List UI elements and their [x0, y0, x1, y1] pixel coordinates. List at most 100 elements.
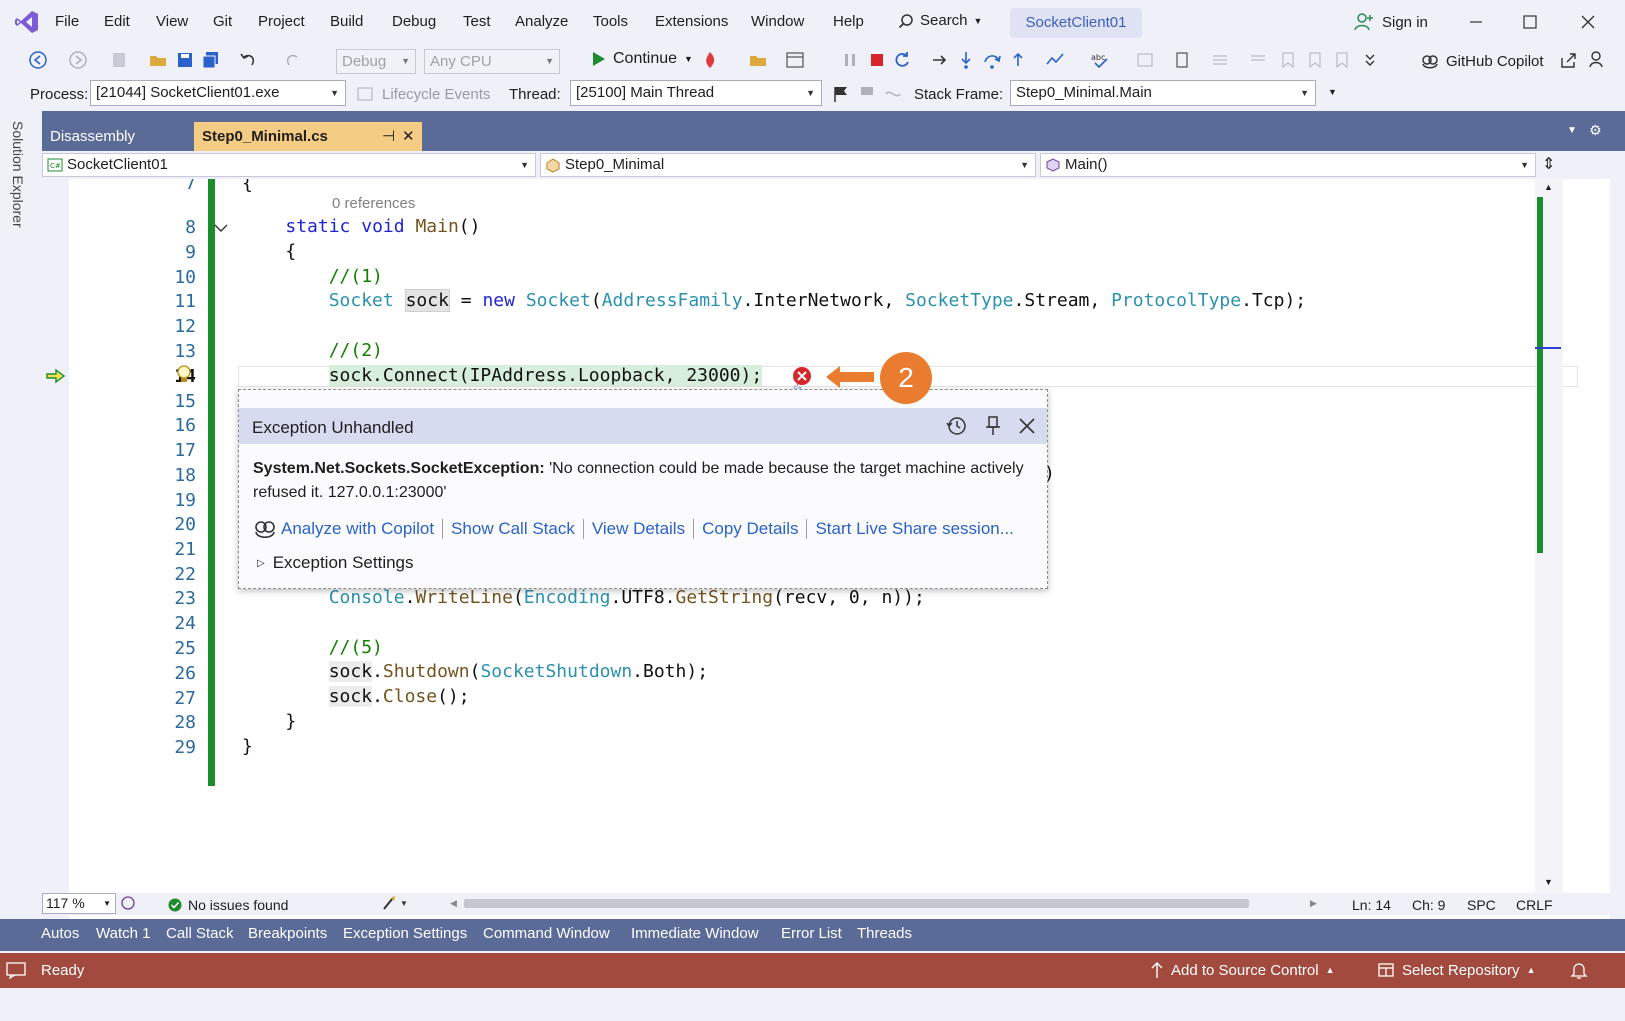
tab-autos[interactable]: Autos: [41, 925, 79, 942]
menu-debug[interactable]: Debug: [392, 13, 436, 30]
whitespace-indicator[interactable]: SPC: [1467, 897, 1496, 913]
navigate-back-icon[interactable]: [28, 50, 48, 70]
feedback-icon[interactable]: [1588, 50, 1608, 70]
diagnostic-tools-icon[interactable]: [1045, 50, 1065, 70]
share-icon[interactable]: [1558, 50, 1578, 70]
analyze-with-copilot-link[interactable]: Analyze with Copilot: [281, 519, 444, 539]
line-indicator[interactable]: Ln: 14: [1352, 897, 1391, 913]
history-icon[interactable]: [945, 415, 967, 437]
tab-step0-minimal[interactable]: Step0_Minimal.cs ⊣ ✕: [194, 122, 422, 151]
exception-settings-expander[interactable]: ▷ Exception Settings: [257, 553, 414, 573]
live-share-link[interactable]: Start Live Share session...: [807, 519, 1021, 539]
visual-studio-logo-icon[interactable]: [14, 9, 40, 35]
add-to-source-control-button[interactable]: Add to Source Control ▲: [1150, 961, 1335, 979]
scroll-down-icon[interactable]: ▼: [1544, 877, 1553, 887]
pin-icon[interactable]: [983, 415, 1003, 437]
line-ending-indicator[interactable]: CRLF: [1516, 897, 1553, 913]
navigate-forward-icon[interactable]: [68, 50, 88, 70]
type-dropdown[interactable]: Step0_Minimal ▼: [540, 153, 1036, 177]
issues-indicator[interactable]: No issues found: [168, 897, 288, 913]
close-icon[interactable]: ✕: [402, 122, 415, 151]
menu-git[interactable]: Git: [213, 13, 232, 30]
select-repository-button[interactable]: Select Repository ▲: [1377, 961, 1535, 979]
comment-icon[interactable]: [1210, 50, 1230, 70]
github-copilot-button[interactable]: GitHub Copilot: [1420, 51, 1544, 71]
scroll-left-icon[interactable]: ◀: [450, 898, 457, 909]
notifications-bell-icon[interactable]: [1570, 961, 1588, 979]
show-next-statement-icon[interactable]: [930, 50, 950, 70]
menu-edit[interactable]: Edit: [104, 13, 130, 30]
minimize-button[interactable]: [1462, 10, 1490, 34]
lifecycle-events-button[interactable]: Lifecycle Events: [382, 86, 490, 103]
menu-build[interactable]: Build: [330, 13, 363, 30]
member-dropdown[interactable]: Main() ▼: [1040, 153, 1536, 177]
copy-details-link[interactable]: Copy Details: [694, 519, 808, 539]
menu-analyze[interactable]: Analyze: [515, 13, 568, 30]
menu-file[interactable]: File: [55, 13, 79, 30]
vertical-scrollbar[interactable]: ▲ ▼: [1535, 179, 1563, 893]
stop-debugging-icon[interactable]: [867, 50, 887, 70]
stack-frame-dropdown[interactable]: Step0_Minimal.Main ▼: [1010, 80, 1316, 106]
next-bookmark-icon[interactable]: [1332, 50, 1352, 70]
menu-tools[interactable]: Tools: [593, 13, 628, 30]
continue-button[interactable]: Continue ▼: [592, 50, 693, 68]
menu-test[interactable]: Test: [463, 13, 491, 30]
new-project-icon[interactable]: [110, 50, 130, 70]
platform-dropdown[interactable]: Any CPU ▼: [424, 49, 560, 74]
lightbulb-icon[interactable]: [176, 365, 192, 385]
hot-reload-icon[interactable]: [700, 50, 720, 70]
scroll-right-icon[interactable]: ▶: [1310, 898, 1317, 909]
tab-exception-settings[interactable]: Exception Settings: [343, 925, 467, 942]
tab-immediate-window[interactable]: Immediate Window: [631, 925, 759, 942]
process-dropdown[interactable]: [21044] SocketClient01.exe ▼: [90, 80, 346, 106]
close-icon[interactable]: [1017, 416, 1037, 436]
split-editor-icon[interactable]: ⇕: [1542, 154, 1555, 174]
scroll-up-icon[interactable]: ▲: [1544, 182, 1553, 192]
tab-error-list[interactable]: Error List: [781, 925, 842, 942]
menu-view[interactable]: View: [156, 13, 188, 30]
step-over-icon[interactable]: [982, 50, 1002, 70]
bookmark-icon[interactable]: [1278, 50, 1298, 70]
glyph-margin[interactable]: [42, 179, 69, 931]
zoom-dropdown[interactable]: 117 % ▼: [42, 893, 116, 914]
window-layout-icon[interactable]: [785, 50, 805, 70]
search-box[interactable]: Search ▼: [898, 12, 982, 29]
pin-icon[interactable]: ⊣: [382, 122, 395, 151]
restart-icon[interactable]: [892, 50, 912, 70]
tab-call-stack[interactable]: Call Stack: [166, 925, 234, 942]
toolbar-options-icon[interactable]: ▼: [1328, 87, 1337, 97]
horizontal-scrollbar-thumb[interactable]: [464, 899, 1249, 908]
toolbar-overflow-icon[interactable]: [1360, 50, 1380, 70]
project-dropdown[interactable]: C# SocketClient01 ▼: [42, 153, 536, 177]
gear-icon[interactable]: ⚙: [1589, 122, 1602, 139]
open-folder-icon[interactable]: [148, 50, 168, 70]
tab-watch-1[interactable]: Watch 1: [96, 925, 150, 942]
flag-icon[interactable]: [832, 85, 850, 103]
tab-breakpoints[interactable]: Breakpoints: [248, 925, 327, 942]
flag-all-icon[interactable]: [858, 85, 876, 103]
maximize-button[interactable]: [1516, 10, 1544, 34]
menu-help[interactable]: Help: [833, 13, 864, 30]
bookmark-list-icon[interactable]: [1172, 50, 1192, 70]
undo-icon[interactable]: [238, 50, 258, 70]
view-details-link[interactable]: View Details: [584, 519, 695, 539]
tab-command-window[interactable]: Command Window: [483, 925, 610, 942]
configuration-dropdown[interactable]: Debug ▼: [336, 49, 416, 74]
intellicode-icon[interactable]: [120, 895, 136, 911]
spell-check-icon[interactable]: abc: [1090, 50, 1110, 70]
tab-list-dropdown-icon[interactable]: ▼: [1567, 125, 1577, 136]
bookmark-group-icon[interactable]: [1135, 50, 1155, 70]
previous-bookmark-icon[interactable]: [1305, 50, 1325, 70]
tab-disassembly[interactable]: Disassembly: [42, 122, 192, 151]
column-indicator[interactable]: Ch: 9: [1412, 897, 1445, 913]
sign-in-button[interactable]: Sign in: [1354, 12, 1428, 32]
uncomment-icon[interactable]: [1248, 50, 1268, 70]
step-out-icon[interactable]: [1008, 50, 1028, 70]
close-window-button[interactable]: [1574, 10, 1602, 34]
solution-explorer-tab[interactable]: Solution Explorer: [10, 121, 26, 228]
redo-icon[interactable]: [283, 50, 303, 70]
show-threads-icon[interactable]: [884, 85, 902, 103]
step-into-icon[interactable]: [956, 50, 976, 70]
save-all-icon[interactable]: [201, 50, 221, 70]
menu-project[interactable]: Project: [258, 13, 305, 30]
